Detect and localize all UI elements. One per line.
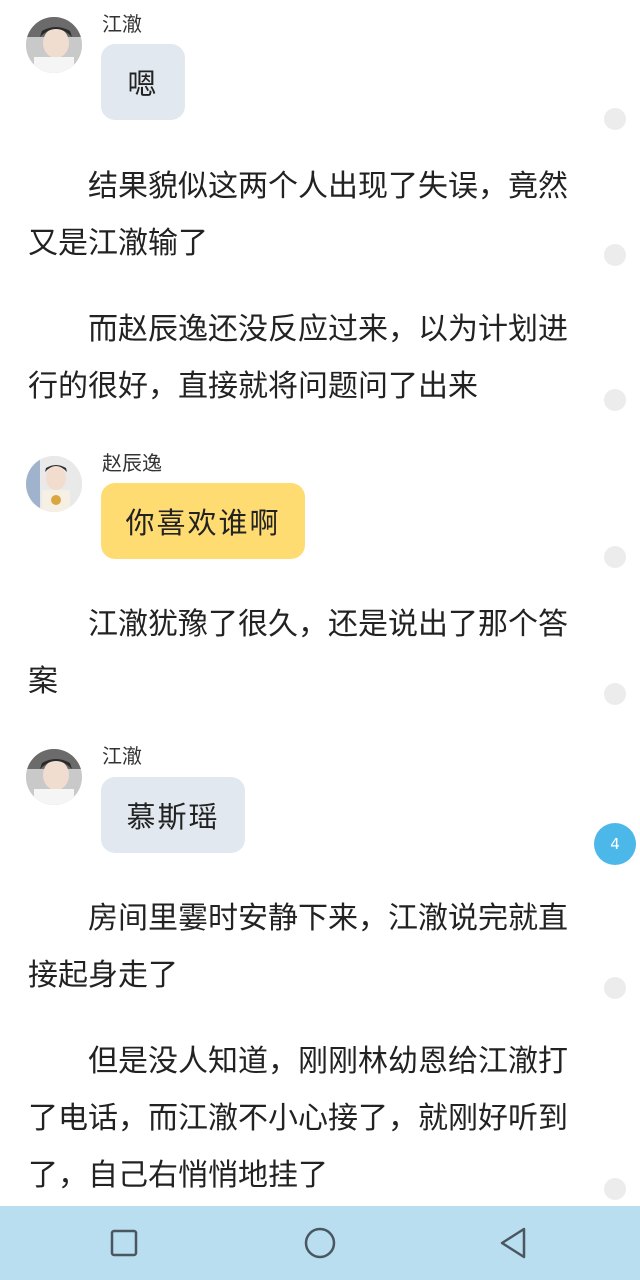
- comment-dot[interactable]: [604, 244, 626, 266]
- chat-bubble: 慕斯瑶: [101, 777, 245, 853]
- comment-dot[interactable]: [604, 389, 626, 411]
- comment-dot[interactable]: [604, 546, 626, 568]
- comment-dot[interactable]: [604, 683, 626, 705]
- avatar-zhaochenyi[interactable]: [26, 456, 82, 512]
- sender-name: 赵辰逸: [102, 451, 162, 475]
- comment-dot[interactable]: [604, 1178, 626, 1200]
- comment-dot[interactable]: [604, 977, 626, 999]
- avatar-jiangche[interactable]: [26, 749, 82, 805]
- story-paragraph: 结果貌似这两个人出现了失误，竟然又是江澈输了: [28, 169, 568, 261]
- story-paragraph: 江澈犹豫了很久，还是说出了那个答案: [28, 607, 568, 699]
- story-paragraph: 而赵辰逸还没反应过来，以为计划进行的很好，直接就将问题问了出来: [28, 312, 568, 404]
- avatar-jiangche[interactable]: [26, 17, 82, 73]
- chat-bubble: 你喜欢谁啊: [101, 483, 305, 559]
- circle-home-icon[interactable]: [300, 1223, 340, 1263]
- system-navigation-bar: [0, 1206, 640, 1280]
- sender-name: 江澈: [102, 12, 142, 36]
- comment-dot[interactable]: [604, 108, 626, 130]
- story-paragraph: 房间里霎时安静下来，江澈说完就直接起身走了: [28, 901, 568, 993]
- square-recents-icon[interactable]: [104, 1223, 144, 1263]
- sender-name: 江澈: [102, 744, 142, 768]
- comment-count-badge[interactable]: 4: [594, 823, 636, 865]
- triangle-back-icon[interactable]: [494, 1223, 534, 1263]
- story-paragraph: 但是没人知道，刚刚林幼恩给江澈打了电话，而江澈不小心接了，就刚好听到了，自己右悄…: [28, 1044, 568, 1193]
- chat-bubble: 嗯: [101, 44, 185, 120]
